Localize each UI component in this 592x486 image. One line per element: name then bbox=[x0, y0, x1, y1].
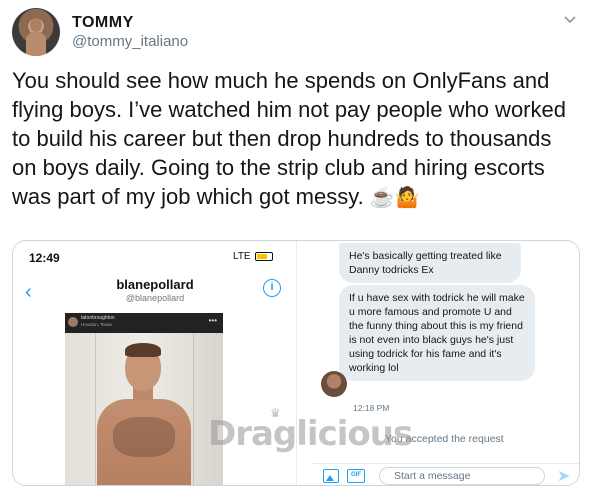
watermark: ♛ Draglicious bbox=[208, 406, 413, 454]
door-panel-line bbox=[193, 333, 194, 485]
message-bubble: He's basically getting treated like Dann… bbox=[339, 243, 521, 283]
status-time: 12:49 bbox=[29, 251, 60, 265]
message-bubble: If u have sex with todrick he will make … bbox=[339, 285, 535, 381]
photo-subject-chest bbox=[113, 417, 175, 457]
user-handle[interactable]: @tommy_italiano bbox=[72, 33, 188, 50]
post-username: tatonbroughton bbox=[81, 315, 115, 321]
avatar[interactable] bbox=[12, 8, 60, 56]
signal-label: LTE bbox=[233, 251, 251, 262]
status-signal: LTE bbox=[233, 251, 274, 262]
door-panel-line bbox=[95, 333, 96, 485]
profile-name: blanepollard bbox=[116, 277, 194, 292]
image-icon bbox=[323, 469, 339, 483]
tweet-text: You should see how much he spends on Onl… bbox=[12, 66, 572, 213]
send-icon: ➤ bbox=[557, 468, 571, 485]
message-input: Start a message bbox=[379, 467, 545, 485]
tweet-emojis: ☕🤷 bbox=[369, 187, 420, 209]
profile-handle: @blanepollard bbox=[125, 293, 185, 303]
display-name[interactable]: TOMMY bbox=[72, 14, 134, 32]
post-location: Houston, Texas bbox=[81, 322, 112, 327]
crown-icon: ♛ bbox=[270, 406, 281, 420]
message-timestamp: 12:18 PM bbox=[353, 403, 390, 413]
watermark-text: Draglicious bbox=[208, 414, 413, 454]
post-header: tatonbroughton Houston, Texas ••• bbox=[65, 313, 223, 333]
avatar-torso bbox=[26, 32, 46, 56]
info-icon: i bbox=[263, 279, 281, 297]
avatar-head bbox=[30, 18, 42, 32]
gif-icon: GIF bbox=[347, 469, 365, 483]
sender-avatar bbox=[321, 371, 347, 397]
tweet-header: TOMMY @tommy_italiano bbox=[12, 8, 580, 56]
chevron-down-icon[interactable] bbox=[562, 12, 578, 28]
post-avatar bbox=[68, 317, 78, 327]
instagram-post: tatonbroughton Houston, Texas ••• bbox=[65, 313, 223, 485]
tweet-body: You should see how much he spends on Onl… bbox=[12, 68, 566, 209]
photo-subject-hair bbox=[125, 343, 161, 357]
more-icon: ••• bbox=[208, 316, 217, 325]
message-composer: GIF Start a message ➤ bbox=[311, 463, 579, 485]
battery-icon bbox=[255, 251, 274, 261]
